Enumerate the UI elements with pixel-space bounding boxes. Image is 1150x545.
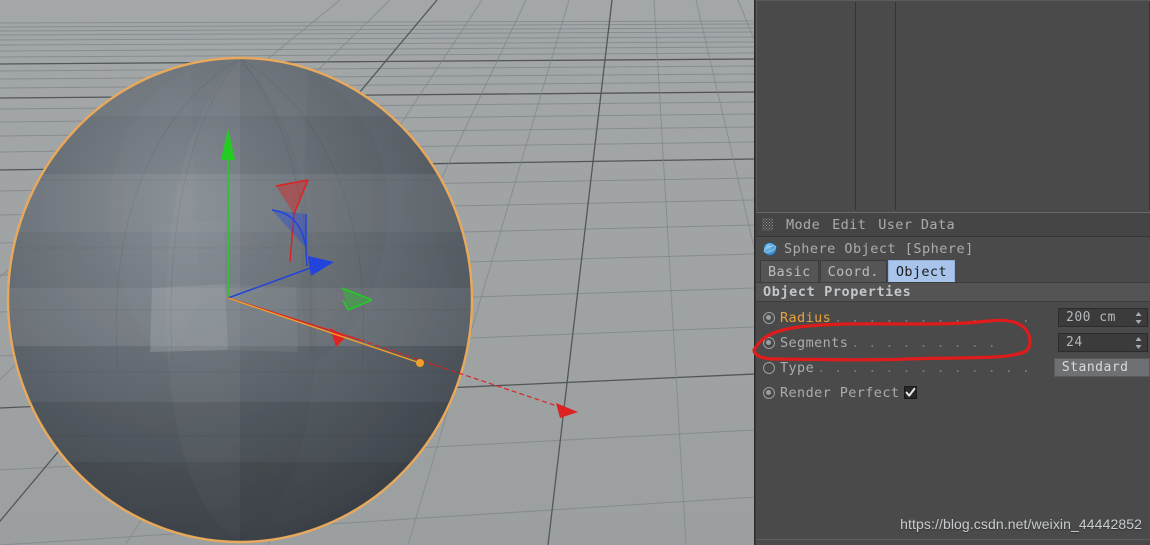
object-properties-header: Object Properties (756, 282, 1150, 302)
sphere-object-icon (763, 241, 777, 256)
tab-object[interactable]: Object (887, 260, 955, 282)
property-row-type: Type . . . . . . . . . . . . . Standard (756, 355, 1150, 380)
property-row-segments: Segments . . . . . . . . . 24 (756, 330, 1150, 355)
drag-grip-icon[interactable] (762, 218, 773, 231)
tab-basic[interactable]: Basic (760, 260, 819, 282)
viewport-render (0, 0, 754, 545)
radius-input[interactable]: 200 cm (1058, 308, 1148, 327)
type-leader-dots: . . . . . . . . . . . . . (817, 359, 1031, 376)
segments-label: Segments (780, 334, 849, 351)
dock-pane-right[interactable] (896, 2, 1150, 210)
menu-edit[interactable]: Edit (826, 214, 872, 236)
gizmo-handle-dot (416, 359, 424, 367)
render-perfect-bullet-icon[interactable] (763, 386, 775, 399)
property-list: Radius . . . . . . . . . . . . 200 cm Se… (756, 302, 1150, 405)
panel-bottom-strip (756, 539, 1150, 545)
attribute-tabs: Basic Coord. Object (756, 260, 1150, 282)
segments-spinner-icon[interactable] (1135, 336, 1142, 349)
segments-leader-dots: . . . . . . . . . (851, 334, 997, 351)
dock-pane-left[interactable] (759, 2, 856, 210)
type-bullet-icon[interactable] (763, 361, 775, 374)
cinema4d-window: Mode Edit User Data Sphere Object [Spher… (0, 0, 1150, 545)
menu-mode[interactable]: Mode (780, 214, 826, 236)
property-row-radius: Radius . . . . . . . . . . . . 200 cm (756, 305, 1150, 330)
watermark-text: https://blog.csdn.net/weixin_44442852 (900, 516, 1142, 532)
radius-label: Radius (780, 309, 832, 326)
attribute-manager: Mode Edit User Data Sphere Object [Spher… (752, 212, 1150, 545)
render-perfect-checkbox[interactable] (904, 386, 918, 399)
attribute-menubar: Mode Edit User Data (756, 213, 1150, 237)
top-dock-empty (756, 0, 1150, 211)
segments-bullet-icon[interactable] (763, 336, 775, 349)
object-title-text: Sphere Object [Sphere] (784, 240, 974, 257)
right-dock-column: Mode Edit User Data Sphere Object [Spher… (752, 0, 1150, 545)
section-header-label: Object Properties (763, 284, 912, 300)
radius-leader-dots: . . . . . . . . . . . . (834, 309, 1031, 326)
render-perfect-label: Render Perfect (780, 384, 900, 401)
segments-input[interactable]: 24 (1058, 333, 1148, 352)
dock-pane-middle[interactable] (856, 2, 896, 210)
radius-value: 200 cm (1066, 310, 1116, 325)
radius-spinner-icon[interactable] (1135, 311, 1142, 324)
menu-user-data[interactable]: User Data (872, 214, 961, 236)
type-label: Type (780, 359, 815, 376)
property-row-render-perfect: Render Perfect (756, 380, 1150, 405)
radius-bullet-icon[interactable] (763, 311, 775, 324)
perspective-viewport[interactable] (0, 0, 755, 545)
segments-value: 24 (1066, 335, 1083, 350)
tab-coord[interactable]: Coord. (819, 260, 887, 282)
type-value: Standard (1061, 360, 1129, 375)
type-dropdown[interactable]: Standard (1053, 358, 1150, 377)
object-title-row: Sphere Object [Sphere] (756, 237, 1150, 260)
